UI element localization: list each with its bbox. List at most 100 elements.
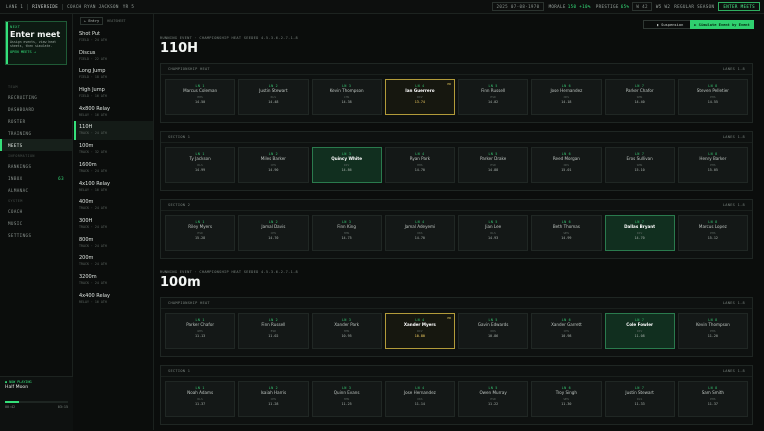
lane-card[interactable]: LN 5 Gavin Edwards OKS 10.86 [458,313,529,349]
heat-name: CHAMPIONSHIP HEAT [168,67,210,71]
lane-card[interactable]: LN 6 Beth Thomas WHS 14.99 [531,215,602,251]
lane-card[interactable]: LN 8 Kevin Thompson PHS 11.20 [677,313,748,349]
lane-card[interactable]: LN 2 Justin Stewart RLS 14.48 [238,79,309,115]
lane-card[interactable]: LN 6 Jose Hernandez OKS 14.18 [531,79,602,115]
lane-card[interactable]: LN 8 Steven Pelletier PHS 14.55 [677,79,748,115]
next-action-card[interactable]: NEXT Enter meet Assign events, view heat… [5,21,67,65]
athlete-name: Sam Smith [701,390,725,395]
seed-time: 11.28 [268,401,279,406]
nav-item-rankings[interactable]: RANKINGS [0,160,72,172]
lane-card[interactable]: PR LN 4 Xander Myers RIV 10.80 [384,313,455,349]
inbox-count-badge: 63 [58,175,64,181]
event-list-item[interactable]: 110H TRACK · 24 ATH [74,121,153,141]
nav-item-music[interactable]: MUSIC [0,217,72,229]
lane-card[interactable]: LN 1 Parker Chafor WHS 11.13 [165,313,236,349]
event-list-item[interactable]: 1600m TRACK · 24 ATH [74,159,153,178]
event-list-item[interactable]: High Jump FIELD · 16 ATH [74,84,153,103]
event-meta: TRACK · 24 ATH [79,280,107,285]
athlete-name: Ian Guerrero [405,88,435,93]
event-list-item[interactable]: Shot Put FIELD · 24 ATH [74,28,153,47]
back-to-entry-button[interactable]: ← Entry [80,17,104,25]
lane-card[interactable]: LN 1 Ty Jackson RLS 14.99 [165,147,236,183]
athlete-name: Kevin Thompson [329,88,364,93]
lane-card[interactable]: LN 8 Marcus Lopez PHS 15.12 [677,215,748,251]
seed-time: 10.86 [488,333,499,338]
lane-card[interactable]: LN 1 Noah Adams RLS 11.37 [165,381,236,417]
lane-card[interactable]: LN 5 Owen Murray ESD 11.22 [458,381,529,417]
simulate-event-button[interactable]: ▶ Simulate Event by Event [690,20,754,29]
lane-card[interactable]: LN 7 Parker Chafor WHS 14.40 [604,79,675,115]
lane-card[interactable]: LN 4 Jamal Adeyemi OKS 14.70 [384,215,455,251]
lane-card[interactable]: LN 3 Quinn Evans HHS 11.25 [311,381,382,417]
lane-card[interactable]: LN 6 Xander Garrett CHS 10.98 [531,313,602,349]
lane-card[interactable]: LN 1 Marcus Coleman HHS 14.50 [165,79,236,115]
athlete-name: Finn Russell [481,88,506,93]
lane-card[interactable]: LN 6 Reed Morgan OKS 15.01 [531,147,602,183]
lane-card[interactable]: PR LN 4 Ian Guerrero RIV 13.74 [384,79,455,115]
lane-card[interactable]: LN 7 Cole Fowler RIV 11.08 [604,313,675,349]
nav-item-dashboard[interactable]: DASHBOARD [0,103,72,115]
athlete-name: Parker Chafor [625,88,654,93]
athlete-name: Reed Morgan [552,156,580,161]
lane-card[interactable]: LN 3 Quincy White RIV 14.86 [311,147,382,183]
lane-card[interactable]: LN 7 Dallas Bryant RIV 14.70 [604,215,675,251]
suspension-button[interactable]: ▮ Suspension [643,20,697,29]
event-meta: RELAY · 16 ATH [79,112,107,117]
nav-item-training[interactable]: TRAINING [0,127,72,139]
event-list-item[interactable]: Discus FIELD · 22 ATH [74,47,153,66]
lane-card[interactable]: LN 5 Jian Lee RLS 14.93 [458,215,529,251]
nav-item-coach[interactable]: COACH [0,205,72,217]
lane-card[interactable]: LN 2 Jamal Davis CHS 14.70 [238,215,309,251]
seed-time: 14.02 [488,99,499,104]
event-list-item[interactable]: 4x100 Relay RELAY · 16 ATH [74,178,153,197]
lane-card[interactable]: LN 4 Jose Hernandez OKS 11.14 [384,381,455,417]
lane-card[interactable]: LN 2 Isaiah Harris CHS 11.28 [238,381,309,417]
school-code: OKS [490,328,496,333]
nav-item-almanac[interactable]: ALMANAC [0,184,72,196]
lane-card[interactable]: LN 8 Henry Barker PHS 15.05 [677,147,748,183]
lane-card[interactable]: LN 7 Justin Stewart RLS 11.33 [604,381,675,417]
event-list-item[interactable]: 400m TRACK · 24 ATH [74,196,153,215]
lane-card[interactable]: LN 5 Parker Drake ESD 14.88 [458,147,529,183]
school-code: ESD [490,162,496,167]
lane-card[interactable]: LN 3 Kevin Thompson CHS 14.38 [311,79,382,115]
lane-card[interactable]: LN 1 Riley Myers ESD 15.28 [165,215,236,251]
school-code: WHS [636,162,643,167]
lane-card[interactable]: LN 2 Finn Russell ESD 11.02 [238,313,309,349]
nav-item-meets[interactable]: MEETS [0,139,72,151]
date-chip: 2025 07-08-1970 [492,2,544,11]
song-progress-bar[interactable] [5,401,68,403]
lane-card[interactable]: LN 7 Eros Sullivan WHS 15.10 [604,147,675,183]
enter-meets-button[interactable]: ENTER MEETS [718,2,760,11]
seed-time: 11.33 [634,401,645,406]
event-list-item[interactable]: 200m TRACK · 24 ATH [74,252,153,271]
event-list-item[interactable]: Long Jump FIELD · 18 ATH [74,65,153,84]
event-meta: TRACK · 24 ATH [79,206,107,211]
event-list-item[interactable]: 4x400 Relay RELAY · 16 ATH [74,290,153,309]
event-list-item[interactable]: 800m TRACK · 24 ATH [74,234,153,253]
school-code: WHS [563,230,570,235]
lane-card[interactable]: LN 3 Xander Park HHS 10.95 [311,313,382,349]
lane-card[interactable]: LN 4 Ryan Park HHS 14.70 [384,147,455,183]
school-code: ESD [490,396,496,401]
lane-card[interactable]: LN 6 Troy Singh WHS 11.30 [531,381,602,417]
lane-card[interactable]: LN 2 Miles Barker CHS 14.90 [238,147,309,183]
nav-item-roster[interactable]: ROSTER [0,115,72,127]
athlete-name: Xander Park [334,322,360,327]
event-list-item[interactable]: 100m TRACK · 32 ATH [74,140,153,159]
nav-item-inbox[interactable]: INBOX 63 [0,172,72,184]
event-list-item[interactable]: 4x800 Relay RELAY · 16 ATH [74,103,153,122]
athlete-name: Quincy White [331,156,363,161]
nav-item-settings[interactable]: SETTINGS [0,229,72,241]
heatsheet-heading: HEATSHEET [107,19,126,23]
lane-card[interactable]: LN 8 Sam Smith PHS 11.37 [677,381,748,417]
event-list-item[interactable]: 300H TRACK · 24 ATH [74,215,153,234]
heat-sheet-main: ▮ Suspension ▶ Simulate Event by Event R… [155,14,764,430]
lane-card[interactable]: LN 5 Finn Russell ESD 14.02 [458,79,529,115]
event-list-item[interactable]: 3200m TRACK · 24 ATH [74,271,153,290]
lane-card[interactable]: LN 3 Finn King HHS 14.75 [311,215,382,251]
open-meets-link[interactable]: OPEN MEETS → [10,50,62,54]
nav-group-label: SYSTEM [0,196,72,205]
nav-item-recruiting[interactable]: RECRUITING [0,91,72,103]
school-name: RIVERSIDE [32,4,59,9]
